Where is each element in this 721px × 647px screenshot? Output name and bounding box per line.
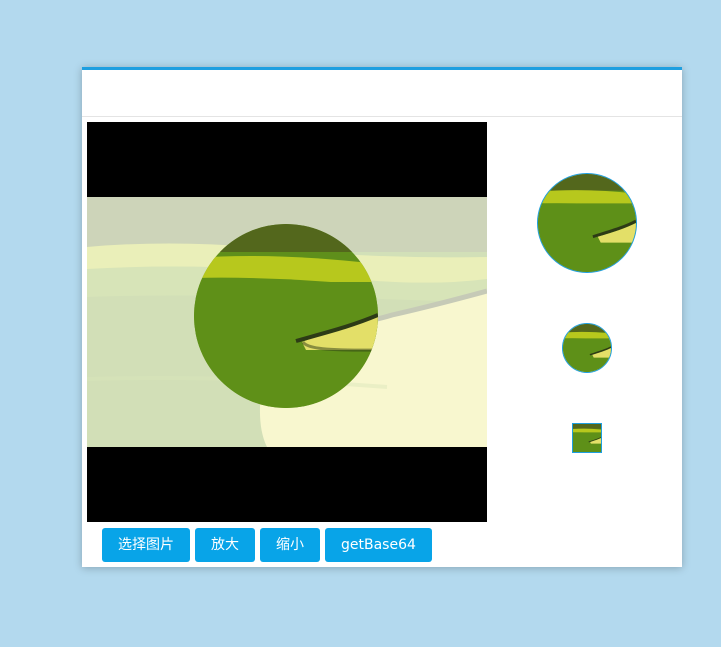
crop-selection[interactable] [194, 224, 378, 408]
cropper-canvas[interactable] [87, 122, 487, 522]
get-base64-button[interactable]: getBase64 [325, 528, 432, 562]
zoom-in-button[interactable]: 放大 [195, 528, 255, 562]
preview-small-square [572, 423, 602, 453]
crop-selection-image [194, 224, 378, 408]
preview-medium-image [563, 324, 611, 372]
cropper-toolbar: 选择图片 放大 缩小 getBase64 [102, 528, 432, 562]
zoom-out-button[interactable]: 缩小 [260, 528, 320, 562]
select-image-button[interactable]: 选择图片 [102, 528, 190, 562]
dialog-header [82, 70, 682, 117]
preview-small-image [573, 424, 601, 452]
preview-medium-circle [562, 323, 612, 373]
preview-large-image [538, 174, 636, 272]
image-cropper-dialog: 选择图片 放大 缩小 getBase64 [82, 67, 682, 567]
preview-large-circle [537, 173, 637, 273]
